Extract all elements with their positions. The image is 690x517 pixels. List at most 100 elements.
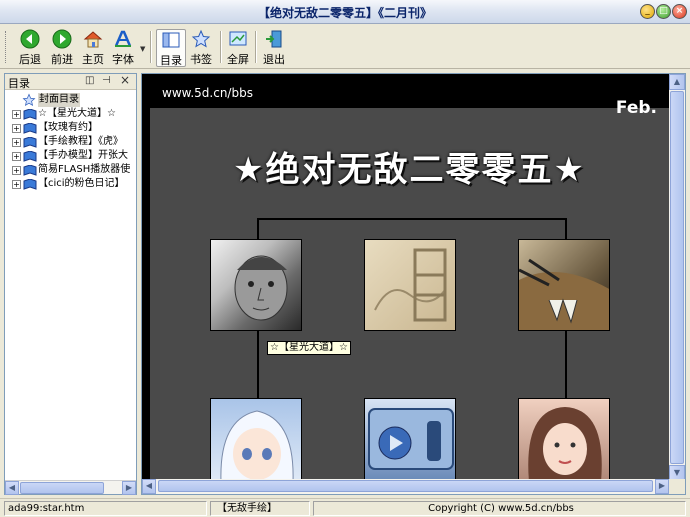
tree-item[interactable]: + 【手办模型】开张大 (5, 149, 136, 163)
scroll-right-icon[interactable]: ▶ (655, 479, 669, 494)
back-arrow-icon (20, 29, 40, 49)
star-icon (191, 29, 211, 48)
font-icon (114, 30, 132, 47)
fullscreen-button[interactable]: 全屏 (224, 29, 252, 67)
font-button[interactable]: 字体 (108, 29, 138, 67)
expand-icon[interactable]: + (12, 166, 21, 175)
cover-headline: ★绝对无敌二零零五★ (233, 150, 586, 190)
scroll-left-icon[interactable]: ◀ (142, 479, 156, 494)
portrait-illustration (234, 255, 288, 321)
back-label: 后退 (19, 53, 41, 66)
expand-icon[interactable]: + (12, 180, 21, 189)
sketch-illustration (374, 248, 447, 322)
content-horizontal-scrollbar[interactable]: ◀ ▶ (142, 479, 669, 494)
fullscreen-icon (229, 31, 247, 46)
exit-door-icon (266, 30, 282, 48)
content-vertical-scrollbar[interactable]: ▲ ▼ (669, 74, 685, 481)
tree-item-label: 简易FLASH播放器使 (38, 164, 131, 175)
scroll-thumb[interactable] (158, 480, 653, 492)
status-section: 【无敌手绘】 (210, 501, 310, 516)
thumbnail-flash-player[interactable] (364, 398, 456, 481)
toc-tree: 封面目录 + ☆【星光大道】☆ + 【玫瑰有约】 + 【手绘教程】《虎》 + 【… (5, 91, 136, 481)
book-icon (23, 109, 37, 120)
book-icon (23, 179, 37, 190)
tree-item[interactable]: + ☆【星光大道】☆ (5, 107, 136, 121)
scroll-right-icon[interactable]: ▶ (122, 481, 136, 495)
expand-icon[interactable]: + (12, 138, 21, 147)
pin-icon[interactable]: ⊣ (102, 75, 111, 86)
status-file: ada99:star.htm (4, 501, 207, 516)
sidebar-horizontal-scrollbar[interactable]: ◀ ▶ (5, 480, 136, 495)
tree-item-cover[interactable]: 封面目录 (5, 93, 136, 107)
toolbar-separator (150, 31, 152, 63)
scrollbar-corner (669, 479, 685, 494)
status-copyright: Copyright (C) www.5d.cn/bbs (313, 501, 686, 516)
site-url: www.5d.cn/bbs (162, 86, 253, 100)
tree-item[interactable]: + 简易FLASH播放器使 (5, 163, 136, 177)
close-button[interactable]: × (672, 4, 687, 19)
tree-item-label: 【手绘教程】《虎》 (38, 136, 123, 147)
home-button[interactable]: 主页 (78, 29, 108, 67)
thumbnail-man-portrait[interactable] (210, 239, 302, 331)
tree-item[interactable]: + 【手绘教程】《虎》 (5, 135, 136, 149)
girl-photo-illustration (528, 407, 602, 480)
exit-button[interactable]: 退出 (259, 29, 289, 67)
forward-button[interactable]: 前进 (46, 29, 78, 67)
expand-icon[interactable]: + (12, 152, 21, 161)
toc-button[interactable]: 目录 (156, 29, 186, 67)
scroll-left-icon[interactable]: ◀ (5, 481, 19, 495)
toolbar: 后退 前进 主页 字体 ▼ 目录 书签 全屏 退出 (0, 25, 690, 69)
thumbnail-tiger[interactable] (518, 239, 610, 331)
thumbnail-girl-photo[interactable] (518, 398, 610, 481)
toolbar-grip[interactable] (5, 31, 8, 63)
toc-sidebar: 目录 ◫ ⊣ × 封面目录 + ☆【星光大道】☆ + 【玫瑰有约】 + 【手绘教… (4, 73, 137, 495)
home-icon (83, 31, 103, 48)
bookmark-label: 书签 (190, 53, 212, 66)
tree-item-label: 封面目录 (38, 93, 80, 107)
content-pane: www.5d.cn/bbs Feb. ★绝对无敌二零零五★ ☆【星光大道】☆ ▲… (141, 73, 686, 495)
player-illustration (368, 408, 454, 470)
sidebar-title: 目录 (8, 77, 30, 90)
bookmark-button[interactable]: 书签 (186, 29, 216, 67)
forward-arrow-icon (52, 29, 72, 49)
sidebar-close-icon[interactable]: × (120, 73, 130, 87)
font-label: 字体 (112, 53, 134, 66)
cover-panel: Feb. ★绝对无敌二零零五★ ☆【星光大道】☆ (150, 98, 669, 481)
tree-item-label: 【玫瑰有约】 (38, 122, 98, 133)
toolbar-separator (220, 31, 222, 63)
exit-label: 退出 (263, 53, 285, 66)
star-icon (22, 93, 36, 106)
back-button[interactable]: 后退 (14, 29, 46, 67)
window-title: 【绝对无敌二零零五】《二月刊》 (257, 6, 432, 20)
home-label: 主页 (82, 53, 104, 66)
expand-icon[interactable]: + (12, 110, 21, 119)
thumbnail-sketch[interactable] (364, 239, 456, 331)
title-bar: 【绝对无敌二零零五】《二月刊》 _ □ × (0, 0, 690, 24)
tiger-illustration (519, 258, 609, 330)
expand-icon[interactable]: + (12, 124, 21, 133)
forward-label: 前进 (51, 53, 73, 66)
tree-item[interactable]: + 【cici的粉色日记】 (5, 177, 136, 191)
toolbar-separator (255, 31, 257, 63)
thumbnail-anime-figure[interactable] (210, 398, 302, 481)
scroll-up-icon[interactable]: ▲ (669, 74, 685, 90)
tree-item[interactable]: + 【玫瑰有约】 (5, 121, 136, 135)
scroll-thumb[interactable] (670, 91, 684, 464)
book-icon (23, 137, 37, 148)
magazine-page: www.5d.cn/bbs Feb. ★绝对无敌二零零五★ ☆【星光大道】☆ (142, 74, 669, 481)
toc-label: 目录 (160, 54, 182, 67)
toc-panel-icon (162, 32, 180, 48)
month-label: Feb. (615, 98, 657, 118)
scroll-thumb[interactable] (20, 482, 104, 494)
thumbnail-tooltip: ☆【星光大道】☆ (267, 341, 351, 355)
tree-item-label: 【手办模型】开张大 (38, 150, 128, 161)
anime-figure-illustration (220, 410, 294, 480)
dock-icon[interactable]: ◫ (85, 75, 94, 86)
status-bar: ada99:star.htm 【无敌手绘】 Copyright (C) www.… (0, 498, 690, 517)
tree-item-label: 【cici的粉色日记】 (38, 178, 125, 189)
sidebar-header: 目录 ◫ ⊣ × (5, 73, 136, 90)
font-dropdown-arrow-icon[interactable]: ▼ (140, 45, 145, 53)
maximize-button[interactable]: □ (656, 4, 671, 19)
fullscreen-label: 全屏 (227, 53, 249, 66)
minimize-button[interactable]: _ (640, 4, 655, 19)
